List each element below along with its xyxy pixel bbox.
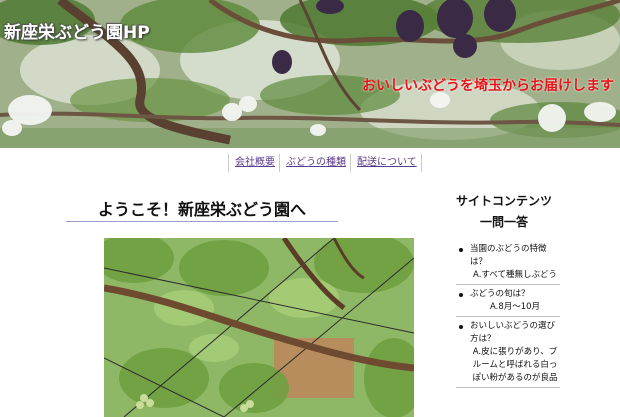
faq-item: ぶどうの旬は？ A.8月～10月 <box>456 288 560 317</box>
heading-underline <box>66 221 338 222</box>
sidebar-title: サイトコンテンツ <box>455 194 552 208</box>
site-title: 新座栄ぶどう園HP <box>4 23 150 43</box>
faq-question: ぶどうの旬は？ <box>456 288 560 301</box>
site-tagline: おいしいぶどうを埼玉からお届けします <box>362 78 614 94</box>
main-nav: 会社概要 ぶどうの種類 配送について <box>228 153 422 173</box>
faq-item: おいしいぶどうの選び方は？ A.皮に張りがあり、ブルームと呼ばれる白っぽい粉があ… <box>456 320 560 388</box>
header-banner: 新座栄ぶどう園HP おいしいぶどうを埼玉からお届けします <box>0 0 620 148</box>
faq-answer: A.皮に張りがあり、ブルームと呼ばれる白っぽい粉があるのが良品 <box>456 346 560 388</box>
faq-answer: A.8月～10月 <box>456 301 560 317</box>
nav-link-delivery[interactable]: 配送について <box>351 154 421 172</box>
faq-list: 当園のぶどうの特徴は？ A.すべて種無しぶどう ぶどうの旬は？ A.8月～10月… <box>456 243 560 391</box>
faq-answer: A.すべて種無しぶどう <box>456 269 560 285</box>
nav-link-company[interactable]: 会社概要 <box>229 154 279 172</box>
welcome-heading: ようこそ！新座栄ぶどう園へ <box>97 200 306 219</box>
grapevine-photo <box>104 238 414 417</box>
grapevine-illustration <box>104 238 414 417</box>
sidebar-header: サイトコンテンツ 一問一答 <box>446 191 562 233</box>
faq-question: 当園のぶどうの特徴は？ <box>456 243 560 269</box>
sidebar-subtitle: 一問一答 <box>479 215 528 229</box>
faq-item: 当園のぶどうの特徴は？ A.すべて種無しぶどう <box>456 243 560 285</box>
nav-link-grape-varieties[interactable]: ぶどうの種類 <box>280 154 350 172</box>
faq-question: おいしいぶどうの選び方は？ <box>456 320 560 346</box>
nav-divider <box>420 154 422 172</box>
